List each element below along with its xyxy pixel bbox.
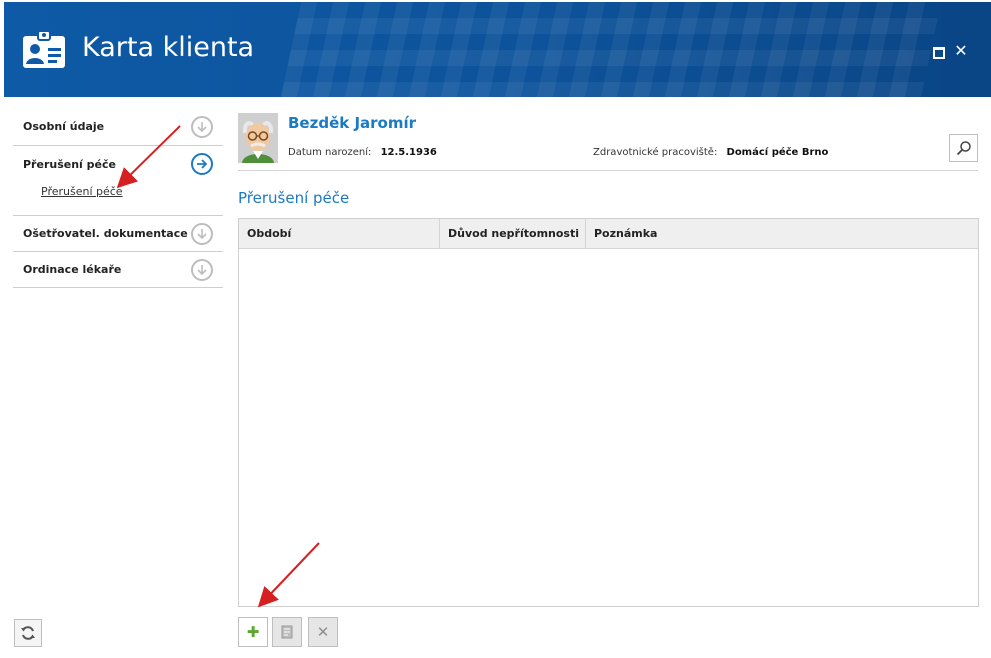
delete-button[interactable]: ✕ [308, 617, 338, 647]
workplace: Zdravotnické pracoviště: Domácí péče Brn… [593, 147, 828, 158]
client-card-icon [23, 30, 65, 68]
search-icon [956, 141, 971, 156]
workplace-value: Domácí péče Brno [726, 147, 829, 158]
arrow-down-icon [191, 115, 213, 138]
add-button[interactable]: ✚ [238, 617, 268, 647]
section-title: Přerušení péče [238, 189, 350, 207]
sidebar-item-label: Přerušení péče [23, 158, 116, 171]
arrow-down-icon [191, 222, 213, 245]
sidebar-item-label: Ordinace lékaře [23, 263, 122, 276]
table-body [239, 249, 978, 605]
column-header-obdobi[interactable]: Období [239, 219, 440, 248]
window-header: Karta klienta ✕ [4, 2, 991, 97]
sidebar: Osobní údaje Přerušení péče Přerušení pé… [13, 108, 223, 288]
client-avatar [238, 113, 278, 163]
header-divider [238, 170, 978, 171]
arrow-down-icon [191, 258, 213, 281]
birth-date-value: 12.5.1936 [380, 147, 437, 158]
sidebar-item-label: Osobní údaje [23, 120, 105, 133]
edit-button[interactable] [272, 617, 302, 647]
interruption-table: Období Důvod nepřítomnosti Poznámka [238, 218, 979, 607]
table-header: Období Důvod nepřítomnosti Poznámka [239, 219, 978, 249]
column-header-poznamka[interactable]: Poznámka [586, 219, 978, 248]
maximize-icon[interactable] [931, 44, 945, 59]
birth-date-label: Datum narození: [288, 147, 372, 158]
sidebar-item-ordinace-lekare[interactable]: Ordinace lékaře [13, 252, 223, 288]
sidebar-subitem-preruseni-pece[interactable]: Přerušení péče [41, 185, 123, 198]
close-icon[interactable]: ✕ [954, 43, 968, 59]
refresh-button[interactable] [14, 619, 42, 647]
arrow-right-icon [191, 153, 213, 175]
sidebar-item-preruseni-pece[interactable]: Přerušení péče Přerušení péče [13, 146, 223, 216]
window-title: Karta klienta [82, 32, 255, 63]
sidebar-item-osetrovatel-dokumentace[interactable]: Ošetřovatel. dokumentace [13, 216, 223, 252]
search-button[interactable] [949, 134, 978, 162]
delete-icon: ✕ [316, 623, 330, 641]
plus-icon: ✚ [246, 623, 260, 641]
edit-document-icon [281, 625, 293, 639]
sidebar-item-osobni-udaje[interactable]: Osobní údaje [13, 108, 223, 146]
client-name: Bezděk Jaromír [288, 114, 417, 132]
column-header-duvod[interactable]: Důvod nepřítomnosti [440, 219, 586, 248]
sidebar-item-label: Ošetřovatel. dokumentace [23, 227, 188, 240]
refresh-icon [21, 626, 35, 640]
birth-date: Datum narození: 12.5.1936 [288, 147, 437, 158]
header-pattern [280, 2, 942, 97]
workplace-label: Zdravotnické pracoviště: [593, 147, 718, 158]
